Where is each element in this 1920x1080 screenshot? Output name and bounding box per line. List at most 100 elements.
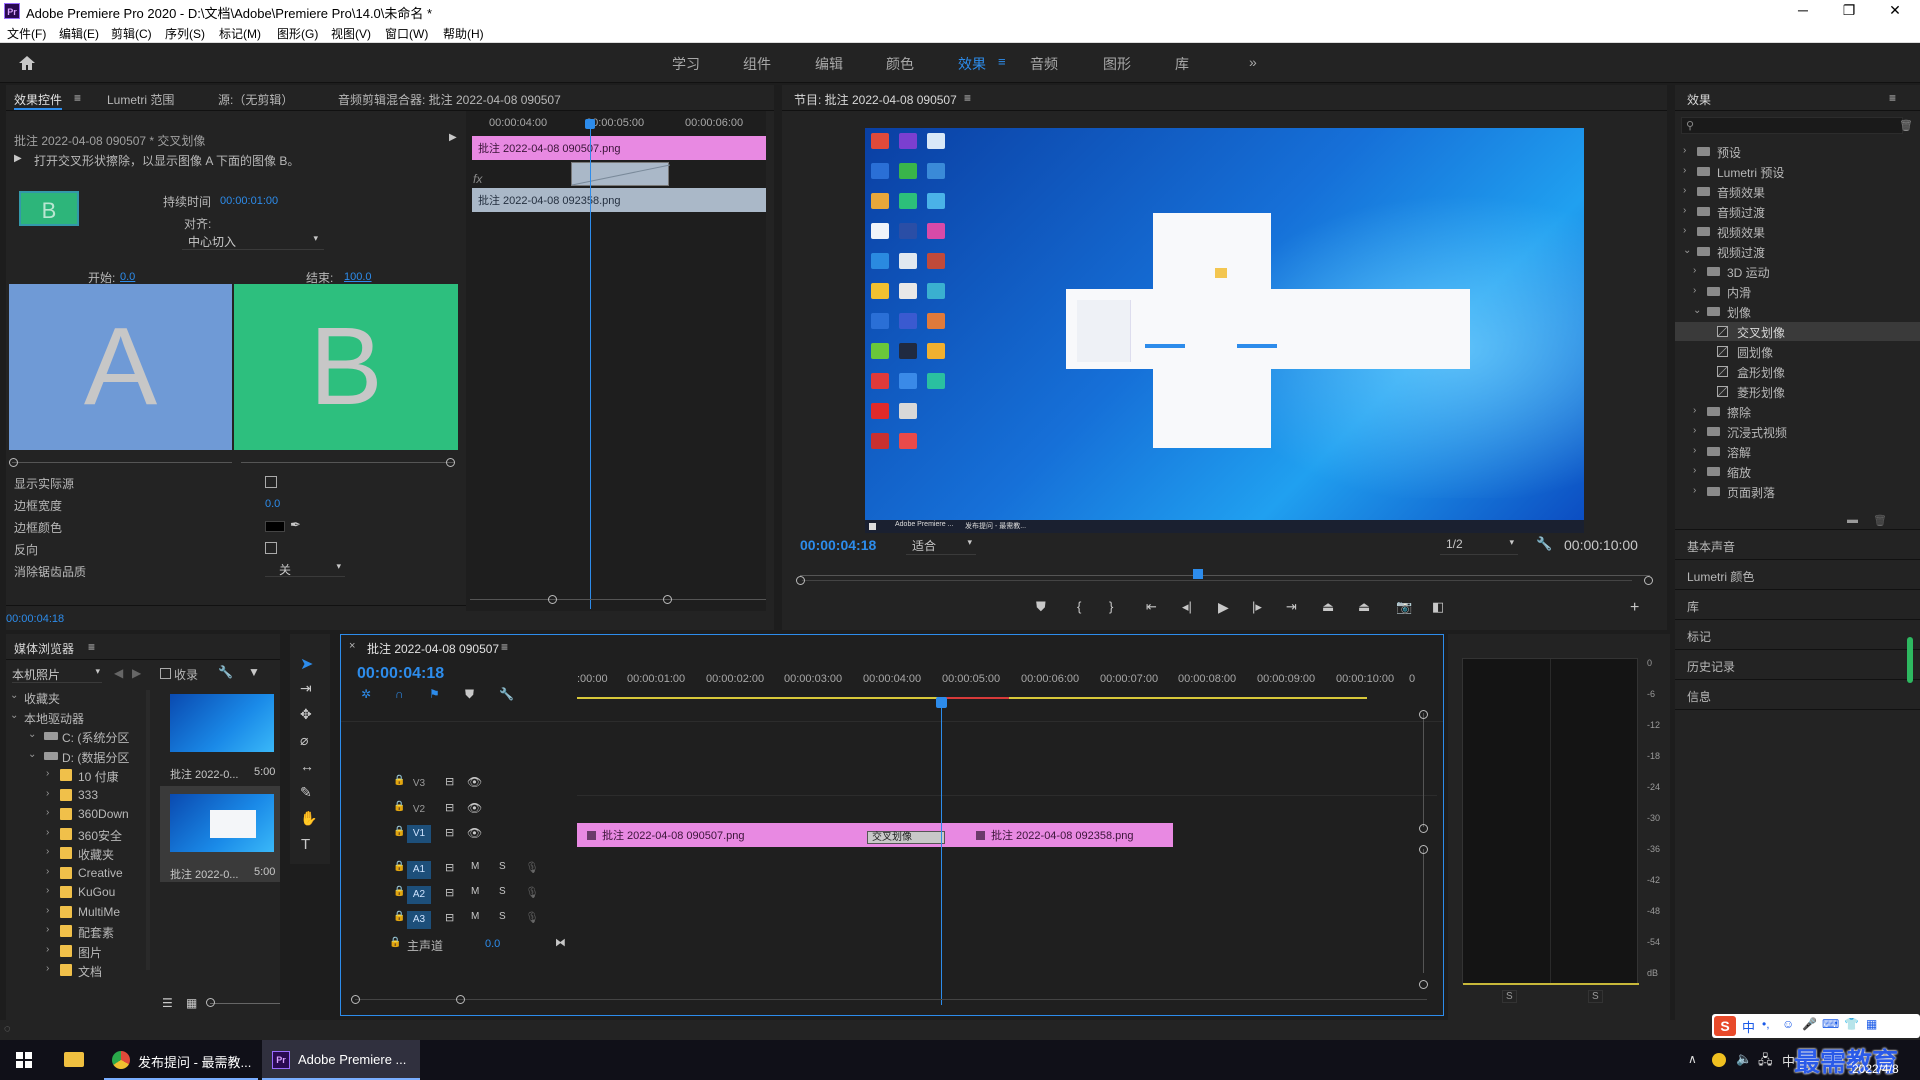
zoom-handle[interactable] xyxy=(1419,845,1428,854)
timeline-ruler[interactable]: :00:00 00:00:01:00 00:00:02:00 00:00:03:… xyxy=(577,673,1437,705)
timeline-hzoom-left[interactable] xyxy=(351,995,360,1004)
workspace-tab-audio[interactable]: 音频 xyxy=(1030,54,1058,74)
go-to-in-icon[interactable]: ⇤ xyxy=(1146,599,1157,615)
menu-file[interactable]: 文件(F) xyxy=(7,25,46,42)
microphone-icon[interactable]: 🎙 xyxy=(525,911,539,924)
effects-tree-item[interactable]: › 擦除 xyxy=(1675,402,1920,421)
solo-button[interactable]: S xyxy=(499,911,506,922)
keyboard-icon[interactable]: ⌨ xyxy=(1822,1017,1839,1031)
track-v2-label[interactable]: V2 xyxy=(407,801,431,819)
solo-button[interactable]: S xyxy=(499,861,506,872)
maximize-button[interactable]: ❐ xyxy=(1826,0,1872,22)
add-marker-icon[interactable]: ⚑ xyxy=(429,687,440,701)
antialias-select[interactable]: 关 ▾ xyxy=(265,561,345,577)
lock-icon[interactable]: 🔒 xyxy=(393,861,405,872)
transition-preview[interactable]: B xyxy=(19,191,79,226)
chevron-down-icon[interactable]: ⌄ xyxy=(1693,305,1701,316)
timeline-playhead-handle[interactable] xyxy=(936,697,947,708)
menu-window[interactable]: 窗口(W) xyxy=(385,25,428,42)
media-thumb-selected[interactable]: 批注 2022-0... 5:00 xyxy=(160,786,280,882)
lock-icon[interactable]: 🔒 xyxy=(393,826,405,837)
ec-clip-b[interactable]: 批注 2022-04-08 092358.png xyxy=(472,188,766,212)
timeline-playhead[interactable] xyxy=(941,697,942,1005)
timeline-hzoom-track[interactable] xyxy=(355,999,1427,1000)
zoom-handle-right[interactable] xyxy=(1644,576,1653,585)
go-to-end-icon[interactable]: ⧓ xyxy=(555,936,566,949)
tree-scrollbar[interactable] xyxy=(146,690,150,970)
zoom-handle-left[interactable] xyxy=(796,576,805,585)
menu-clip[interactable]: 剪辑(C) xyxy=(111,25,152,42)
chevron-right-icon[interactable]: › xyxy=(1693,445,1696,456)
sogou-logo-icon[interactable]: S xyxy=(1714,1016,1736,1036)
ec-clip-a[interactable]: 批注 2022-04-08 090507.png xyxy=(472,136,766,160)
effects-tree-item[interactable]: › 音频效果 xyxy=(1675,182,1920,201)
toolbox-icon[interactable]: ▦ xyxy=(1866,1017,1877,1031)
track-select-tool-icon[interactable]: ⇥ xyxy=(300,680,312,697)
end-slider-track[interactable] xyxy=(241,462,454,463)
chevron-right-icon[interactable]: › xyxy=(1683,225,1686,236)
chevron-right-icon[interactable]: › xyxy=(1693,425,1696,436)
media-browser-tree-item[interactable]: › 配套素 xyxy=(6,922,146,941)
mute-button[interactable]: M xyxy=(471,911,479,922)
effects-tree-item[interactable]: › 预设 xyxy=(1675,142,1920,161)
export-frame-icon[interactable]: 📷 xyxy=(1396,599,1412,615)
ec-playhead-handle[interactable] xyxy=(585,119,595,129)
panel-libraries[interactable]: 库 xyxy=(1687,598,1699,615)
thumb-b[interactable]: B xyxy=(234,284,458,450)
media-browser-tree-item[interactable]: › Creative xyxy=(6,864,146,883)
microphone-icon[interactable]: 🎙 xyxy=(525,861,539,874)
tray-app-icon[interactable] xyxy=(1712,1053,1726,1067)
thumb-size-handle[interactable] xyxy=(206,998,215,1007)
mark-out-icon[interactable]: } xyxy=(1109,599,1113,614)
chevron-icon[interactable]: › xyxy=(46,827,49,838)
menu-view[interactable]: 视图(V) xyxy=(331,25,371,42)
media-browser-tree-item[interactable]: ⌄ D: (数据分区 xyxy=(6,747,146,766)
add-marker-icon[interactable]: ⛊ xyxy=(1036,599,1046,615)
panel-markers[interactable]: 标记 xyxy=(1687,628,1711,645)
start-value[interactable]: 0.0 xyxy=(120,271,135,283)
media-browser-tree-item[interactable]: › 10 付康 xyxy=(6,766,146,785)
chevron-right-icon[interactable]: › xyxy=(1693,265,1696,276)
effects-tree-item[interactable]: › 音频过渡 xyxy=(1675,202,1920,221)
eye-icon[interactable]: 👁 xyxy=(467,801,482,815)
prop-show-actual-checkbox[interactable] xyxy=(265,476,277,488)
emoji-icon[interactable]: ☺ xyxy=(1782,1017,1794,1031)
chevron-icon[interactable]: › xyxy=(46,963,49,974)
thumb-size-slider[interactable] xyxy=(210,1003,280,1004)
effect-controls-timecode[interactable]: 00:00:04:18 xyxy=(6,613,64,625)
track-v1-label[interactable]: V1 xyxy=(407,825,431,843)
panel-essential-sound[interactable]: 基本声音 xyxy=(1687,538,1735,555)
snap-icon[interactable]: ✲ xyxy=(361,687,371,701)
sync-lock-icon[interactable]: ⊟ xyxy=(445,775,454,788)
chevron-icon[interactable]: › xyxy=(46,866,49,877)
play-transition-icon[interactable]: ▶ xyxy=(14,153,22,164)
workspace-menu-icon[interactable]: ≡ xyxy=(998,54,1006,69)
tab-audio-clip-mixer[interactable]: 音频剪辑混合器: 批注 2022-04-08 090507 xyxy=(338,91,561,108)
sync-lock-icon[interactable]: ⊟ xyxy=(445,801,454,814)
expand-arrow-icon[interactable]: ▶ xyxy=(449,132,457,143)
end-value[interactable]: 100.0 xyxy=(344,271,372,283)
new-bin-icon[interactable]: ▬ xyxy=(1847,514,1858,526)
timeline-hzoom-right[interactable] xyxy=(456,995,465,1004)
timeline-timecode[interactable]: 00:00:04:18 xyxy=(357,665,444,683)
track-v3-label[interactable]: V3 xyxy=(407,775,431,793)
forward-icon[interactable]: ▶ xyxy=(132,666,141,680)
sync-lock-icon[interactable]: ⊟ xyxy=(445,861,454,874)
media-browser-tree-item[interactable]: › 收藏夹 xyxy=(6,844,146,863)
marker-icon[interactable]: ⛊ xyxy=(465,687,474,702)
chevron-icon[interactable]: ⌄ xyxy=(10,710,18,721)
chevron-down-icon[interactable]: ⌄ xyxy=(1683,245,1691,256)
sync-lock-icon[interactable]: ⊟ xyxy=(445,911,454,924)
workspace-tab-libraries[interactable]: 库 xyxy=(1175,54,1189,74)
eyedropper-icon[interactable]: ✒ xyxy=(290,517,301,533)
panel-history[interactable]: 历史记录 xyxy=(1687,658,1735,675)
mark-in-icon[interactable]: { xyxy=(1077,599,1081,614)
chevron-right-icon[interactable]: › xyxy=(1693,285,1696,296)
chevron-right-icon[interactable]: › xyxy=(1683,185,1686,196)
align-select[interactable]: 中心切入 ▾ xyxy=(182,233,324,250)
chevron-right-icon[interactable]: › xyxy=(1693,465,1696,476)
ec-zoom-handle-right[interactable] xyxy=(663,595,672,604)
wrench-icon[interactable]: 🔧 xyxy=(218,665,233,679)
file-explorer-icon[interactable] xyxy=(64,1052,84,1067)
delete-icon[interactable]: 🗑 xyxy=(1873,514,1887,527)
